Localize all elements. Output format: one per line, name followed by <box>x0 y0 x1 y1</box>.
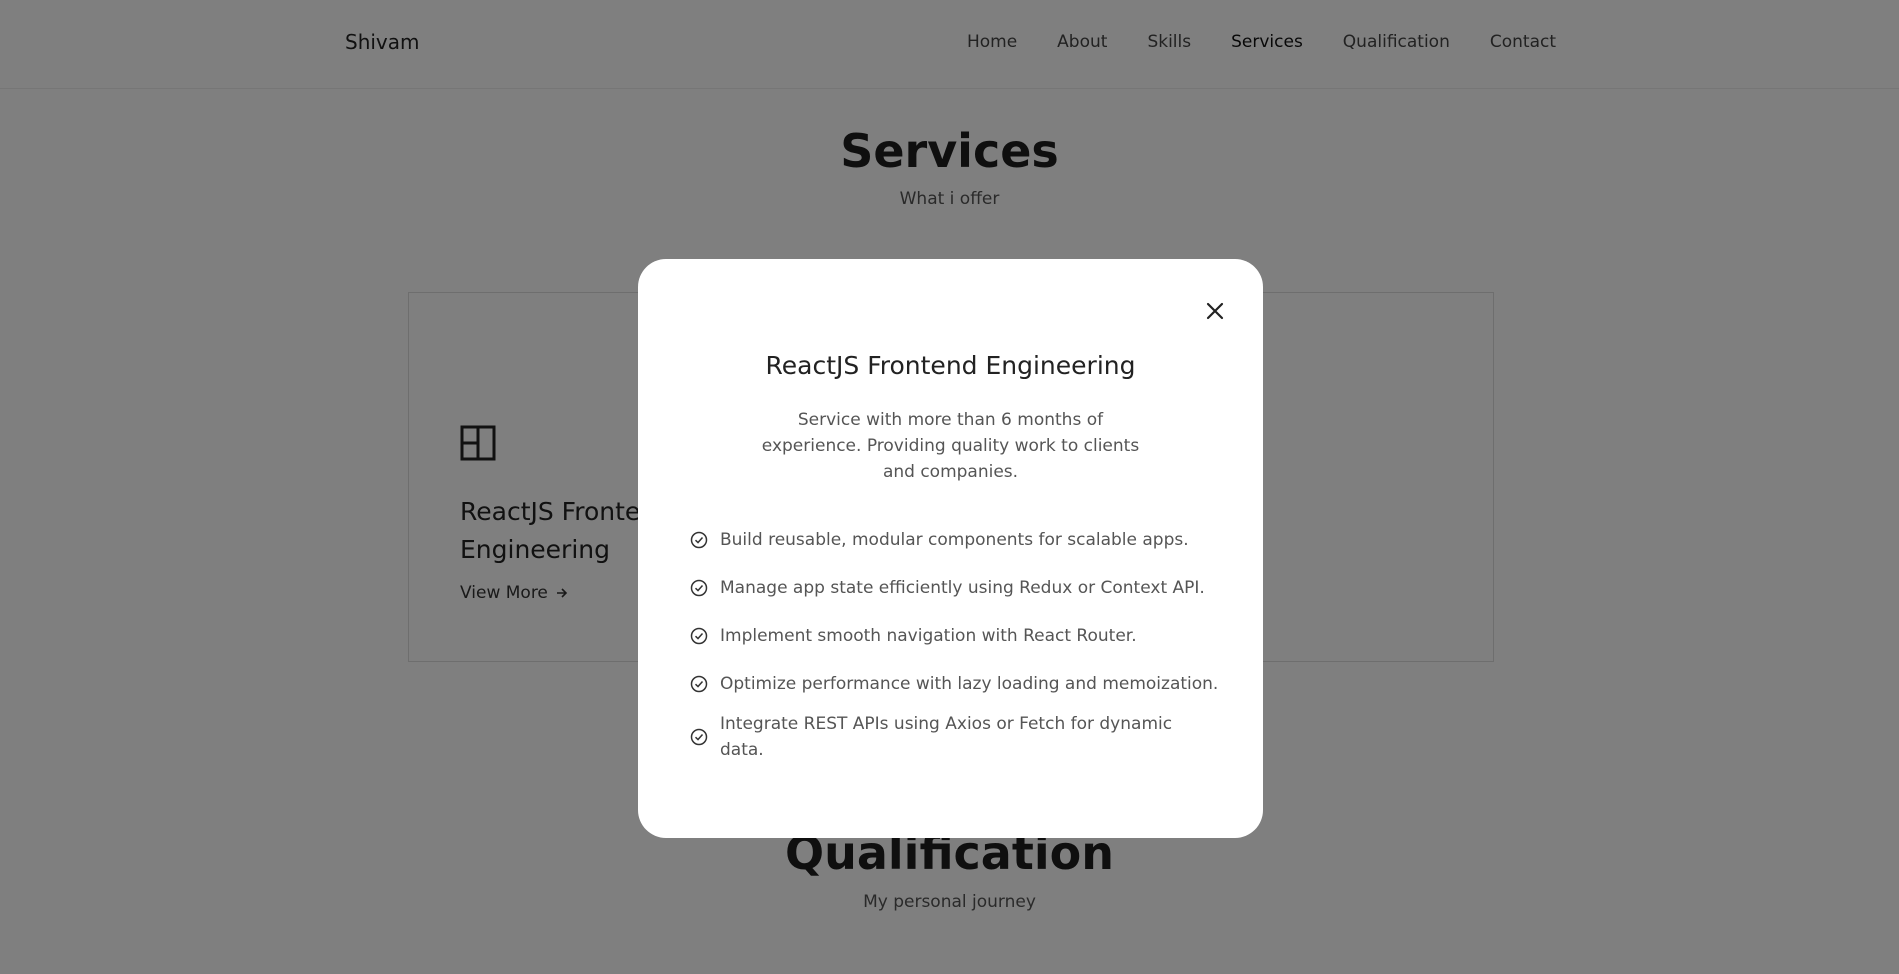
list-item: Implement smooth navigation with React R… <box>690 623 1220 649</box>
list-item: Manage app state efficiently using Redux… <box>690 575 1220 601</box>
check-circle-icon <box>690 531 708 549</box>
list-item-text: Build reusable, modular components for s… <box>720 530 1189 550</box>
close-icon[interactable] <box>1203 299 1227 323</box>
list-item: Build reusable, modular components for s… <box>690 527 1220 553</box>
list-item-text: Manage app state efficiently using Redux… <box>720 578 1205 598</box>
check-circle-icon <box>690 728 708 746</box>
modal-title: ReactJS Frontend Engineering <box>765 351 1136 380</box>
list-item-text: Implement smooth navigation with React R… <box>720 626 1137 646</box>
list-item: Optimize performance with lazy loading a… <box>690 671 1220 697</box>
service-modal: ReactJS Frontend Engineering Service wit… <box>638 259 1263 838</box>
modal-feature-list: Build reusable, modular components for s… <box>690 527 1220 777</box>
list-item-text: Optimize performance with lazy loading a… <box>720 674 1219 694</box>
list-item-text: Integrate REST APIs using Axios or Fetch… <box>720 714 1173 760</box>
modal-description: Service with more than 6 months of exper… <box>761 410 1140 482</box>
list-item: Integrate REST APIs using Axios or Fetch… <box>690 711 1220 763</box>
check-circle-icon <box>690 579 708 597</box>
page: Shivam Home About Skills Services Qualif… <box>0 0 1899 974</box>
check-circle-icon <box>690 675 708 693</box>
check-circle-icon <box>690 627 708 645</box>
